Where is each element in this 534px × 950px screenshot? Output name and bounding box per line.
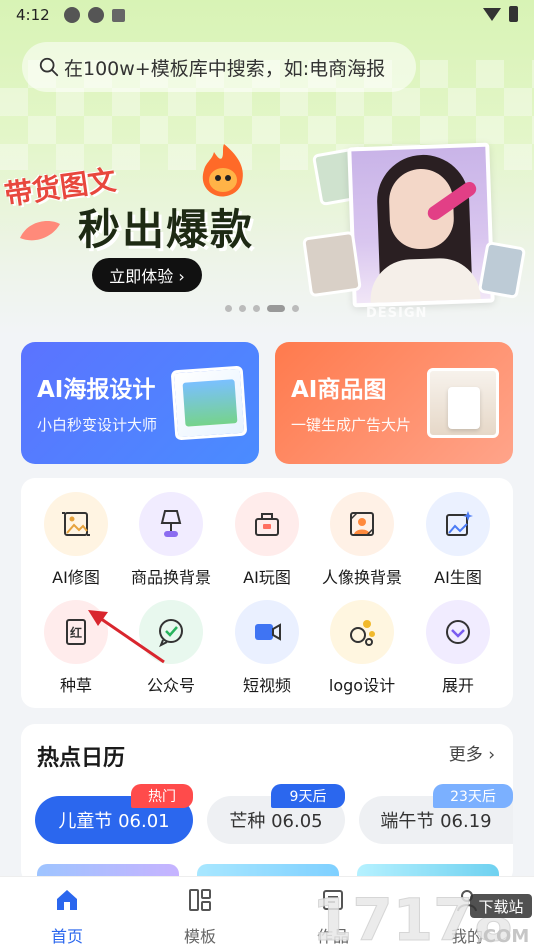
tool-label: 公众号 <box>146 676 195 695</box>
tool-label: 人像换背景 <box>321 568 402 587</box>
event-badge-countdown: 9天后 <box>271 784 345 808</box>
banner-watermark: DESIGN <box>366 306 428 321</box>
ai-product-card[interactable]: AI商品图 一键生成广告大片 <box>275 342 513 464</box>
watermark-domain: .COM <box>476 926 529 947</box>
nav-label: 首页 <box>50 927 83 946</box>
tool-label: AI修图 <box>52 568 100 587</box>
nav-home[interactable]: 首页 <box>27 887 107 947</box>
tool-logo-design[interactable]: logo设计 <box>314 600 410 696</box>
tool-label: AI生图 <box>434 568 482 587</box>
product-photo-2 <box>302 230 362 298</box>
carousel-dot[interactable] <box>239 305 246 312</box>
tool-label: 展开 <box>441 676 474 695</box>
calendar-more-link[interactable]: 更多 › <box>449 740 495 765</box>
tool-label: AI玩图 <box>243 568 291 587</box>
flame-mascot-icon <box>202 144 243 197</box>
hero-banner[interactable]: 4:12 在100w+模板库中搜索，如:电商海报 带货图文 秒出爆款 立即体验 … <box>0 0 534 335</box>
event-label: 儿童节 06.01 <box>58 811 170 832</box>
status-time: 4:12 <box>16 6 50 24</box>
wifi-icon <box>483 7 501 21</box>
expand-chevron-icon <box>426 600 490 664</box>
home-icon <box>57 890 77 910</box>
notification-a-icon <box>111 8 125 22</box>
calendar-title: 热点日历 <box>37 746 126 771</box>
site-watermark: 17178 下载站 .COM <box>312 886 532 950</box>
tool-product-bg[interactable]: 商品换背景 <box>123 492 219 588</box>
template-grid-icon <box>189 889 211 911</box>
video-camera-icon <box>235 600 299 664</box>
portrait-icon <box>330 492 394 556</box>
lamp-icon <box>139 492 203 556</box>
carousel-dot[interactable] <box>292 305 299 312</box>
event-badge-hot: 热门 <box>131 784 193 808</box>
event-badge-countdown: 23天后 <box>433 784 513 808</box>
hot-calendar: 热点日历 更多 › 儿童节 06.01 热门 芒种 06.05 9天后 端午节 … <box>21 724 513 884</box>
image-sparkle-icon <box>426 492 490 556</box>
leaf-decoration-icon <box>20 220 60 241</box>
notification-icon-2 <box>87 7 104 23</box>
tool-label: 商品换背景 <box>130 568 211 587</box>
status-bar: 4:12 <box>0 0 534 30</box>
model-photo <box>347 142 495 308</box>
palette-icon <box>330 600 394 664</box>
carousel-dot[interactable] <box>225 305 232 312</box>
annotation-arrow <box>88 610 165 664</box>
carousel-dot-active[interactable] <box>267 305 285 312</box>
tool-ai-gen[interactable]: AI生图 <box>410 492 506 588</box>
search-input[interactable]: 在100w+模板库中搜索，如:电商海报 <box>22 42 416 92</box>
event-label: 芒种 06.05 <box>229 811 323 832</box>
tool-label: 种草 <box>59 676 92 695</box>
nav-label: 模板 <box>183 927 216 946</box>
banner-headline: 秒出爆款 <box>78 205 255 254</box>
tool-label: logo设计 <box>328 676 396 695</box>
product-photo-3 <box>477 240 527 300</box>
tool-portrait-bg[interactable]: 人像换背景 <box>314 492 410 588</box>
tool-expand[interactable]: 展开 <box>410 600 506 696</box>
image-crop-icon <box>44 492 108 556</box>
carousel-indicator[interactable] <box>225 305 299 312</box>
nav-templates[interactable]: 模板 <box>160 887 240 947</box>
poster-books-image <box>170 365 248 441</box>
search-icon <box>39 57 59 77</box>
carousel-dot[interactable] <box>253 305 260 312</box>
notification-icon <box>63 7 80 23</box>
watermark-badge: 下载站 <box>478 898 523 916</box>
tools-grid: AI修图 商品换背景 AI玩图 人像换背景 AI生图 红 种草 公众号 短视频 … <box>21 478 513 708</box>
search-placeholder: 在100w+模板库中搜索，如:电商海报 <box>64 57 386 80</box>
battery-icon <box>509 6 518 22</box>
product-image <box>427 368 499 438</box>
tool-ai-retouch[interactable]: AI修图 <box>28 492 124 588</box>
try-now-button[interactable]: 立即体验 › <box>92 258 202 292</box>
tool-label: 短视频 <box>242 676 291 695</box>
ai-poster-card[interactable]: AI海报设计 小白秒变设计大师 <box>21 342 259 464</box>
toolbox-icon <box>235 492 299 556</box>
event-label: 端午节 06.19 <box>380 811 492 832</box>
tool-short-video[interactable]: 短视频 <box>219 600 315 696</box>
tool-ai-play[interactable]: AI玩图 <box>219 492 315 588</box>
